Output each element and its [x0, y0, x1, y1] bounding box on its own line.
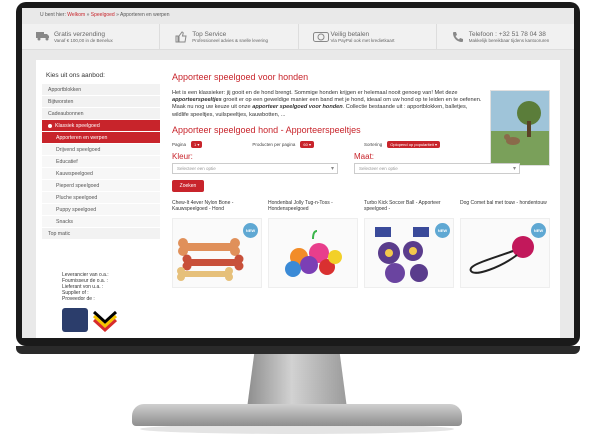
sidebar-item-label: Snacks — [56, 219, 74, 225]
sort-value: Oplopend op populariteit — [390, 141, 434, 147]
usp-title: Gratis verzending — [54, 30, 105, 38]
sidebar-item[interactable]: Puppy speelgoed — [42, 204, 160, 216]
hero-image — [490, 90, 550, 166]
usp-title: Top Service — [192, 30, 227, 38]
sidebar-item[interactable]: Drijvend speelgoed — [42, 144, 160, 156]
sidebar-item-label: Drijvend speelgoed — [56, 147, 101, 153]
sidebar-item-label: Top matic — [48, 231, 71, 237]
product-image[interactable]: NEW — [364, 217, 454, 288]
product-image[interactable]: NEW — [172, 217, 262, 288]
sidebar-item-label: Apportblokken — [48, 87, 82, 93]
monitor-stand-base — [132, 404, 462, 426]
sidebar-item[interactable]: Kauwspeelgoed — [42, 168, 160, 180]
page-value: 1 — [194, 141, 197, 147]
sidebar-item-label: Pluche speelgoed — [56, 195, 98, 201]
sidebar-item[interactable]: Cadeaubonnen — [42, 108, 160, 120]
sidebar-item[interactable]: Bijtworsten — [42, 96, 160, 108]
new-badge: NEW — [243, 222, 258, 238]
product-name[interactable]: Dog Comet bal met touw - hondentouw — [460, 200, 550, 214]
per-page-label: Producten per pagina — [252, 141, 296, 147]
color-filter: Kleur: Selecteer een optie — [172, 152, 338, 174]
usp-shipping: Gratis verzending Vanaf € 100,00 in de Be… — [22, 24, 161, 49]
color-filter-label: Kleur: — [172, 151, 193, 161]
sidebar-item[interactable]: Top matic — [42, 228, 160, 240]
product-image[interactable] — [268, 217, 358, 288]
sort-select[interactable]: Oplopend op populariteit ▾ — [387, 140, 440, 148]
product-name[interactable]: Turbo Kick Soccer Ball - Apporteer speel… — [364, 200, 454, 214]
sidebar-list: Apportblokken Bijtworsten Cadeaubonnen Klas… — [42, 84, 160, 240]
sidebar-item[interactable]: Educatief — [42, 156, 160, 168]
sidebar-item-label: Klassiek speelgoed — [55, 123, 100, 129]
usp-bar: Gratis verzending Vanaf € 100,00 in de Be… — [22, 24, 574, 50]
usp-title: Veilig betalen — [330, 30, 370, 38]
usp-text: Via PayPal ook met kredietkaart — [330, 37, 395, 43]
product-image[interactable]: NEW — [460, 217, 550, 288]
breadcrumb-item-current: Apporteren en werpen — [120, 12, 170, 18]
sidebar-item[interactable]: Apportblokken — [42, 84, 160, 96]
supplier-logos — [62, 308, 118, 333]
page-label: Pagina — [172, 141, 187, 147]
monitor-screen: U bent hier: Welkom » Speelgoed » Apport… — [22, 8, 574, 338]
size-select[interactable]: Selecteer een optie — [354, 162, 520, 174]
usp-title: Telefoon : +32 51 78 04 38 — [468, 30, 546, 38]
usp-service: Top Service Professioneel advies & snelle… — [160, 24, 299, 49]
supplier-block: Leverancier van o.a.: Fournisseur de o.a… — [42, 272, 160, 302]
category-sidebar: Kies uit ons aanbod: Apportblokken Bijtwo… — [42, 70, 160, 240]
product-grid: Chew-It 4ever Nylon Bone - Kauwspeelgoed… — [172, 200, 552, 288]
sidebar-item[interactable]: Pieperd speelgoed — [42, 180, 160, 192]
product-name[interactable]: Chew-It 4ever Nylon Bone - Kauwspeelgoed… — [172, 200, 262, 214]
sidebar-item-label: Apporteren en werpen — [56, 135, 108, 141]
page-title: Apporteer speelgoed voor honden — [172, 72, 309, 82]
sidebar-item-label: Educatief — [56, 159, 78, 165]
main-content: Apporteer speelgoed voor honden Het is e… — [172, 72, 552, 288]
phone-icon — [451, 31, 465, 43]
breadcrumb-prefix: U bent hier: — [40, 12, 66, 18]
sidebar-item[interactable]: Klassiek speelgoed — [42, 120, 160, 132]
usp-text: Professioneel advies & snelle levering — [192, 37, 269, 43]
thumbs-up-icon — [174, 30, 188, 43]
product-card[interactable]: Chew-It 4ever Nylon Bone - Kauwspeelgoed… — [172, 200, 262, 288]
product-card[interactable]: Dog Comet bal met touw - hondentouw NEW — [460, 200, 550, 288]
sidebar-item[interactable]: Snacks — [42, 216, 160, 228]
sidebar-item-label: Kauwspeelgoed — [56, 171, 93, 177]
monitor-chin — [16, 346, 580, 354]
sidebar-item[interactable]: Apporteren en werpen — [42, 132, 160, 144]
brand-logo[interactable] — [62, 308, 88, 332]
breadcrumb: U bent hier: Welkom » Speelgoed » Apport… — [40, 12, 170, 18]
product-card[interactable]: Hondenbal Jolly Tug-n-Toss - Hondenspeel… — [268, 200, 358, 288]
usp-payment: Veilig betalen Via PayPal ook met krediet… — [299, 24, 437, 49]
search-button[interactable]: Zoeken — [172, 179, 204, 192]
sort-label: Sortering — [363, 141, 383, 147]
intro-emphasis: apporteerspeeltjes — [172, 97, 222, 104]
truck-icon — [36, 31, 50, 43]
new-badge: NEW — [435, 222, 450, 238]
color-select[interactable]: Selecteer een optie — [172, 162, 338, 174]
sidebar-item-label: Cadeaubonnen — [48, 111, 84, 117]
product-card[interactable]: Turbo Kick Soccer Ball - Apporteer speel… — [364, 200, 454, 288]
money-icon — [312, 31, 329, 43]
bullet-icon — [48, 123, 52, 128]
per-page-select[interactable]: 60 ▾ — [300, 140, 314, 148]
breadcrumb-item-welkom[interactable]: Welkom — [67, 12, 85, 18]
page-select[interactable]: 1 ▾ — [191, 140, 203, 148]
sidebar-title: Kies uit ons aanbod: — [46, 72, 105, 79]
sidebar-item[interactable]: Pluche speelgoed — [42, 192, 160, 204]
product-name[interactable]: Hondenbal Jolly Tug-n-Toss - Hondenspeel… — [268, 200, 358, 214]
sidebar-item-label: Pieperd speelgoed — [56, 183, 100, 189]
usp-text: Vanaf € 100,00 in de Benelux — [54, 37, 113, 43]
belgium-flag-logo[interactable] — [92, 308, 118, 333]
intro-part: Het is een klassieker: jij gooit en de h… — [172, 90, 458, 96]
per-page-value: 60 — [303, 141, 308, 147]
sidebar-item-label: Bijtworsten — [48, 99, 74, 105]
usp-phone: Telefoon : +32 51 78 04 38 Makkelijk bere… — [437, 24, 574, 49]
new-badge: NEW — [531, 222, 546, 238]
sidebar-item-label: Puppy speelgoed — [56, 207, 97, 213]
intro-text: Het is een klassieker: jij gooit en de h… — [172, 90, 482, 119]
breadcrumb-item-speelgoed[interactable]: Speelgoed — [91, 12, 115, 18]
usp-text: Makkelijk bereikbaar tijdens kantooruren — [468, 37, 550, 43]
intro-emphasis: apporteer speelgoed voor honden — [252, 104, 343, 111]
supplier-line: Proveedor de : — [62, 296, 95, 302]
page-body: Kies uit ons aanbod: Apportblokken Bijtwo… — [36, 60, 560, 338]
